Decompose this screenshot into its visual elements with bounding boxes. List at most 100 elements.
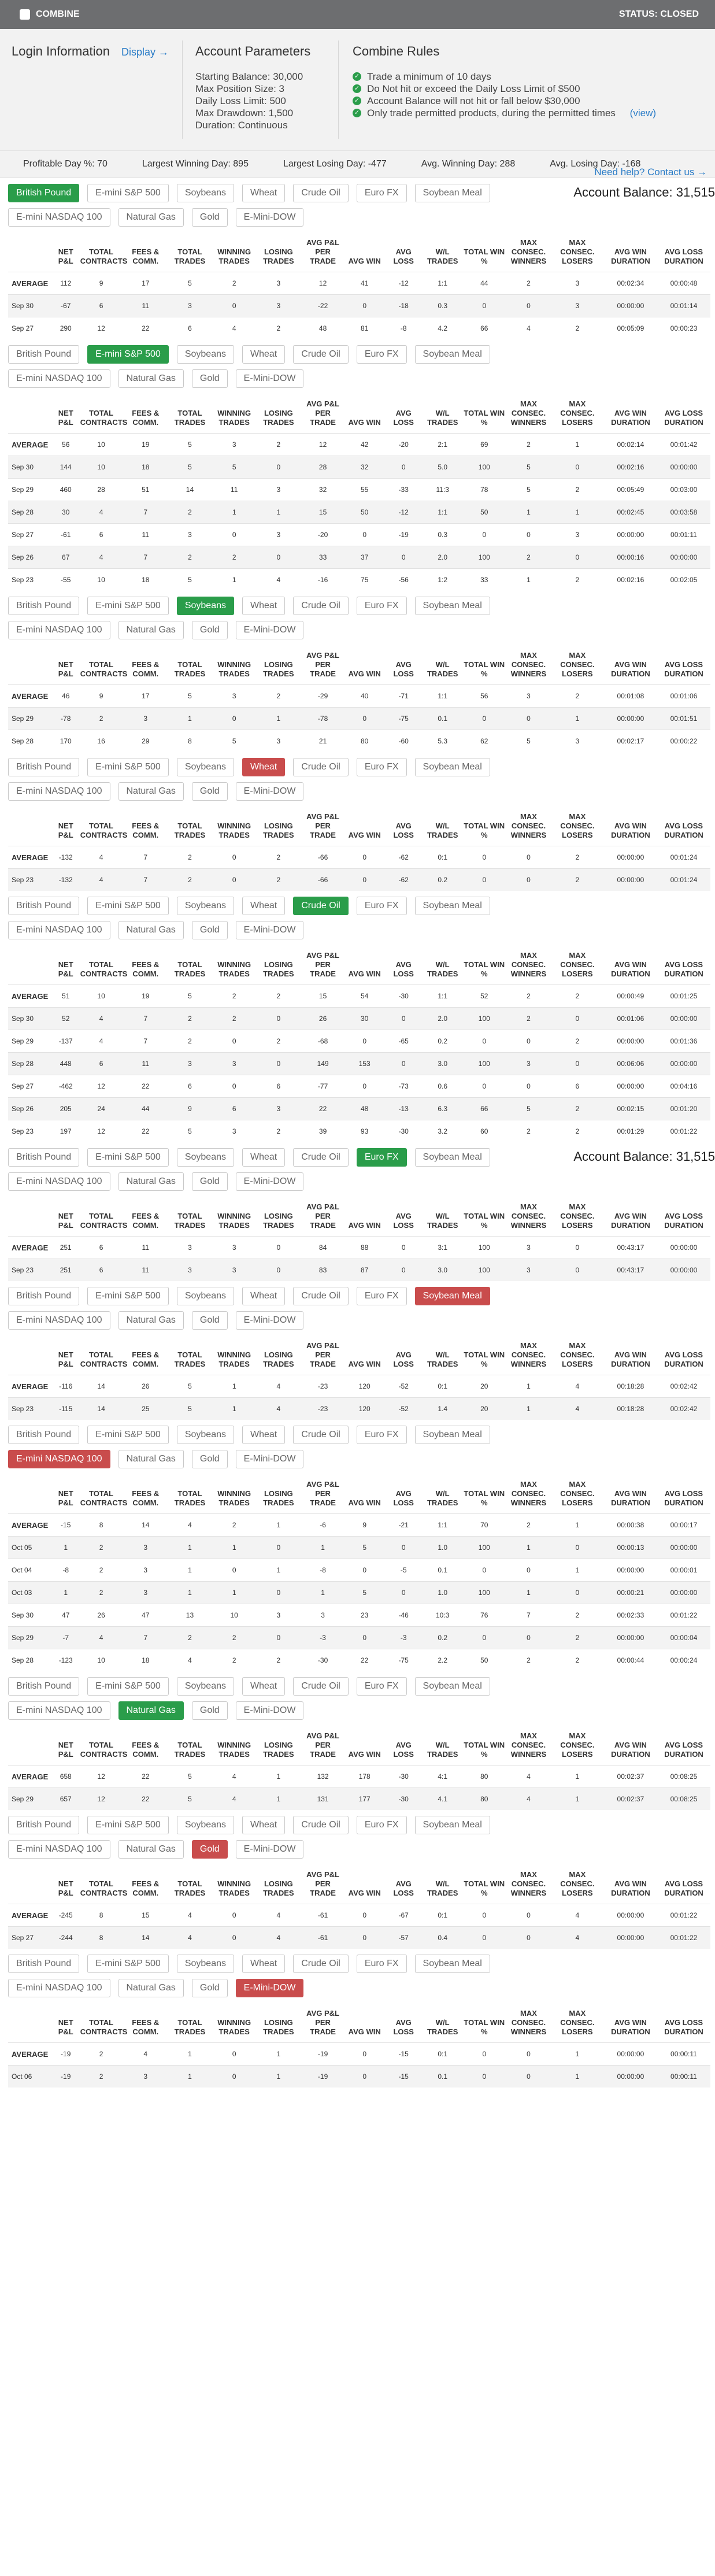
tab-e-mini-nasdaq-100[interactable]: E-mini NASDAQ 100	[8, 1979, 110, 1997]
tab-e-mini-sandp-500[interactable]: E-mini S&P 500	[87, 345, 169, 364]
tab-e-mini-nasdaq-100[interactable]: E-mini NASDAQ 100	[8, 1172, 110, 1191]
tab-soybeans[interactable]: Soybeans	[176, 897, 234, 915]
tab-natural-gas[interactable]: Natural Gas	[118, 1450, 184, 1468]
tab-euro-fx[interactable]: Euro FX	[356, 345, 407, 364]
tab-wheat[interactable]: Wheat	[242, 1677, 286, 1696]
tab-gold[interactable]: Gold	[191, 369, 228, 388]
tab-soybeans[interactable]: Soybeans	[176, 1148, 234, 1167]
tab-natural-gas[interactable]: Natural Gas	[118, 1172, 184, 1191]
tab-e-mini-sandp-500[interactable]: E-mini S&P 500	[87, 184, 169, 202]
tab-gold[interactable]: Gold	[191, 1701, 228, 1720]
tab-soybean-meal[interactable]: Soybean Meal	[414, 1816, 490, 1834]
tab-e-mini-dow[interactable]: E-Mini-DOW	[235, 921, 304, 939]
tab-wheat[interactable]: Wheat	[242, 1426, 286, 1444]
tab-gold[interactable]: Gold	[191, 1172, 228, 1191]
tab-e-mini-sandp-500[interactable]: E-mini S&P 500	[87, 597, 169, 615]
tab-soybeans[interactable]: Soybeans	[176, 1955, 234, 1973]
tab-e-mini-sandp-500[interactable]: E-mini S&P 500	[87, 1148, 169, 1167]
tab-e-mini-sandp-500[interactable]: E-mini S&P 500	[87, 1677, 169, 1696]
tab-british-pound[interactable]: British Pound	[8, 597, 80, 615]
tab-e-mini-nasdaq-100[interactable]: E-mini NASDAQ 100	[8, 621, 110, 639]
tab-british-pound[interactable]: British Pound	[8, 1677, 80, 1696]
tab-euro-fx[interactable]: Euro FX	[356, 1148, 407, 1167]
tab-crude-oil[interactable]: Crude Oil	[293, 897, 349, 915]
tab-e-mini-dow[interactable]: E-Mini-DOW	[235, 1311, 304, 1330]
tab-e-mini-dow[interactable]: E-Mini-DOW	[235, 1450, 304, 1468]
tab-e-mini-dow[interactable]: E-Mini-DOW	[235, 621, 304, 639]
tab-crude-oil[interactable]: Crude Oil	[293, 758, 349, 776]
tab-gold[interactable]: Gold	[191, 1979, 228, 1997]
tab-gold[interactable]: Gold	[191, 1450, 228, 1468]
tab-e-mini-nasdaq-100[interactable]: E-mini NASDAQ 100	[8, 208, 110, 227]
tab-gold[interactable]: Gold	[191, 208, 228, 227]
tab-gold[interactable]: Gold	[191, 1840, 228, 1859]
tab-natural-gas[interactable]: Natural Gas	[118, 1840, 184, 1859]
tab-e-mini-sandp-500[interactable]: E-mini S&P 500	[87, 1287, 169, 1305]
tab-euro-fx[interactable]: Euro FX	[356, 1955, 407, 1973]
tab-natural-gas[interactable]: Natural Gas	[118, 208, 184, 227]
tab-british-pound[interactable]: British Pound	[8, 1816, 80, 1834]
tab-e-mini-sandp-500[interactable]: E-mini S&P 500	[87, 758, 169, 776]
tab-gold[interactable]: Gold	[191, 1311, 228, 1330]
tab-british-pound[interactable]: British Pound	[8, 1287, 80, 1305]
tab-crude-oil[interactable]: Crude Oil	[293, 1677, 349, 1696]
tab-soybean-meal[interactable]: Soybean Meal	[414, 897, 490, 915]
tab-crude-oil[interactable]: Crude Oil	[293, 184, 349, 202]
tab-e-mini-nasdaq-100[interactable]: E-mini NASDAQ 100	[8, 782, 110, 801]
tab-e-mini-dow[interactable]: E-Mini-DOW	[235, 782, 304, 801]
tab-crude-oil[interactable]: Crude Oil	[293, 1287, 349, 1305]
tab-british-pound[interactable]: British Pound	[8, 1955, 80, 1973]
tab-e-mini-sandp-500[interactable]: E-mini S&P 500	[87, 1426, 169, 1444]
tab-soybeans[interactable]: Soybeans	[176, 1816, 234, 1834]
tab-e-mini-nasdaq-100[interactable]: E-mini NASDAQ 100	[8, 1311, 110, 1330]
tab-british-pound[interactable]: British Pound	[8, 184, 80, 202]
tab-soybean-meal[interactable]: Soybean Meal	[414, 184, 490, 202]
view-permitted-products-link[interactable]: (view)	[630, 107, 656, 119]
tab-wheat[interactable]: Wheat	[242, 897, 286, 915]
tab-euro-fx[interactable]: Euro FX	[356, 1287, 407, 1305]
tab-soybean-meal[interactable]: Soybean Meal	[414, 1426, 490, 1444]
tab-soybeans[interactable]: Soybeans	[176, 1287, 234, 1305]
tab-euro-fx[interactable]: Euro FX	[356, 597, 407, 615]
tab-british-pound[interactable]: British Pound	[8, 897, 80, 915]
tab-e-mini-dow[interactable]: E-Mini-DOW	[235, 1979, 304, 1997]
tab-gold[interactable]: Gold	[191, 621, 228, 639]
tab-e-mini-nasdaq-100[interactable]: E-mini NASDAQ 100	[8, 1840, 110, 1859]
tab-crude-oil[interactable]: Crude Oil	[293, 597, 349, 615]
tab-e-mini-dow[interactable]: E-Mini-DOW	[235, 1840, 304, 1859]
tab-british-pound[interactable]: British Pound	[8, 1148, 80, 1167]
tab-wheat[interactable]: Wheat	[242, 597, 286, 615]
tab-soybeans[interactable]: Soybeans	[176, 758, 234, 776]
tab-e-mini-nasdaq-100[interactable]: E-mini NASDAQ 100	[8, 1450, 110, 1468]
tab-e-mini-nasdaq-100[interactable]: E-mini NASDAQ 100	[8, 1701, 110, 1720]
tab-e-mini-dow[interactable]: E-Mini-DOW	[235, 1701, 304, 1720]
tab-crude-oil[interactable]: Crude Oil	[293, 345, 349, 364]
tab-soybean-meal[interactable]: Soybean Meal	[414, 345, 490, 364]
tab-e-mini-nasdaq-100[interactable]: E-mini NASDAQ 100	[8, 921, 110, 939]
tab-e-mini-sandp-500[interactable]: E-mini S&P 500	[87, 897, 169, 915]
tab-soybeans[interactable]: Soybeans	[176, 1426, 234, 1444]
display-link[interactable]: Display →	[121, 46, 169, 58]
tab-wheat[interactable]: Wheat	[242, 1955, 286, 1973]
tab-soybean-meal[interactable]: Soybean Meal	[414, 1955, 490, 1973]
tab-natural-gas[interactable]: Natural Gas	[118, 369, 184, 388]
tab-euro-fx[interactable]: Euro FX	[356, 1426, 407, 1444]
tab-euro-fx[interactable]: Euro FX	[356, 1677, 407, 1696]
tab-natural-gas[interactable]: Natural Gas	[118, 621, 184, 639]
tab-gold[interactable]: Gold	[191, 782, 228, 801]
tab-soybean-meal[interactable]: Soybean Meal	[414, 1148, 490, 1167]
tab-wheat[interactable]: Wheat	[242, 184, 286, 202]
tab-natural-gas[interactable]: Natural Gas	[118, 1701, 184, 1720]
tab-crude-oil[interactable]: Crude Oil	[293, 1426, 349, 1444]
help-contact-link[interactable]: Need help? Contact us →	[594, 166, 707, 178]
tab-e-mini-sandp-500[interactable]: E-mini S&P 500	[87, 1955, 169, 1973]
tab-euro-fx[interactable]: Euro FX	[356, 1816, 407, 1834]
tab-soybean-meal[interactable]: Soybean Meal	[414, 1677, 490, 1696]
tab-e-mini-sandp-500[interactable]: E-mini S&P 500	[87, 1816, 169, 1834]
tab-gold[interactable]: Gold	[191, 921, 228, 939]
tab-natural-gas[interactable]: Natural Gas	[118, 1979, 184, 1997]
tab-e-mini-dow[interactable]: E-Mini-DOW	[235, 1172, 304, 1191]
tab-wheat[interactable]: Wheat	[242, 758, 286, 776]
tab-british-pound[interactable]: British Pound	[8, 1426, 80, 1444]
tab-natural-gas[interactable]: Natural Gas	[118, 1311, 184, 1330]
